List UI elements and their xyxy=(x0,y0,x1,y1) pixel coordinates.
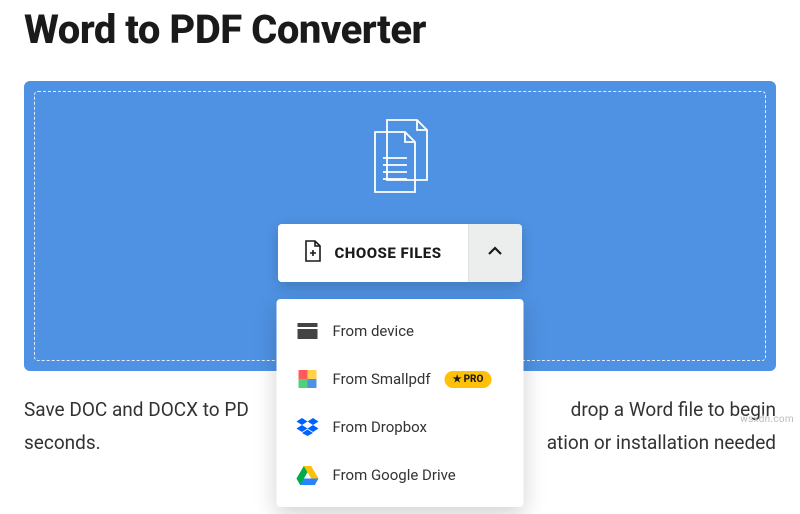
menu-from-device[interactable]: From device xyxy=(277,307,524,355)
documents-icon xyxy=(365,118,435,204)
menu-label: From Smallpdf xyxy=(333,370,431,388)
choose-files-button[interactable]: CHOOSE FILES xyxy=(278,224,467,282)
menu-label: From device xyxy=(333,322,415,340)
add-file-icon xyxy=(304,240,322,266)
smallpdf-icon xyxy=(297,368,319,390)
device-icon xyxy=(297,320,319,342)
source-dropdown: From device From Smallpdf ★PRO xyxy=(277,299,524,507)
star-icon: ★ xyxy=(453,374,462,385)
desc-fragment: seconds. xyxy=(24,426,101,459)
page-title: Word to PDF Converter xyxy=(24,6,776,53)
menu-from-google-drive[interactable]: From Google Drive xyxy=(277,451,524,499)
desc-fragment: ation or installation needed xyxy=(547,426,776,459)
chevron-up-button[interactable] xyxy=(468,224,522,282)
menu-from-dropbox[interactable]: From Dropbox xyxy=(277,403,524,451)
pro-badge: ★PRO xyxy=(445,371,492,388)
pro-badge-text: PRO xyxy=(464,374,484,385)
dropbox-icon xyxy=(297,416,319,438)
desc-fragment: Save DOC and DOCX to PD xyxy=(24,393,249,426)
google-drive-icon xyxy=(297,464,319,486)
menu-label: From Google Drive xyxy=(333,466,456,484)
file-chooser: CHOOSE FILES xyxy=(278,224,521,282)
menu-from-smallpdf[interactable]: From Smallpdf ★PRO xyxy=(277,355,524,403)
menu-label: From Dropbox xyxy=(333,418,428,436)
choose-files-label: CHOOSE FILES xyxy=(334,244,441,262)
dropzone[interactable]: CHOOSE FILES From device xyxy=(24,81,776,371)
chevron-up-icon xyxy=(486,242,504,264)
watermark: wsxdn.com xyxy=(740,414,794,425)
